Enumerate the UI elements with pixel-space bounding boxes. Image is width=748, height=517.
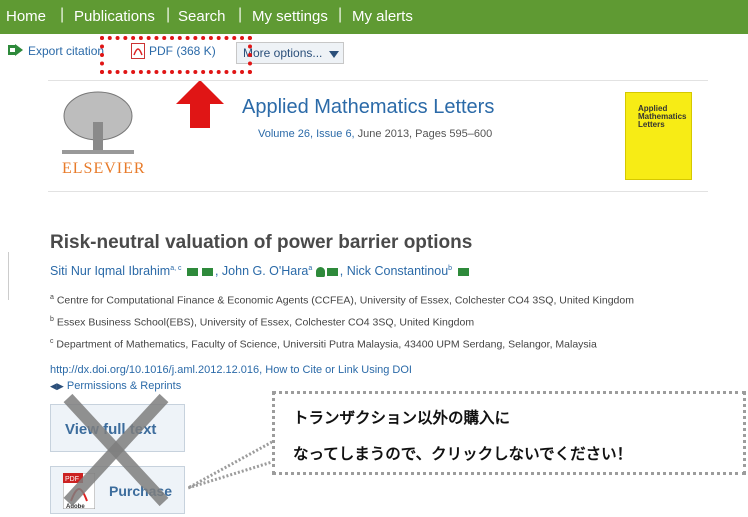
- email-icon[interactable]: [201, 267, 213, 276]
- volume-info: Volume 26, Issue 6, June 2013, Pages 595…: [258, 128, 492, 140]
- nav-separator: |: [338, 6, 343, 23]
- elsevier-tree-logo-icon: [56, 88, 140, 158]
- email-icon[interactable]: [326, 267, 338, 276]
- affiliation-b: b Essex Business School(EBS), University…: [50, 316, 475, 329]
- author-3-sup: b: [448, 264, 453, 272]
- nav-separator: |: [60, 6, 65, 23]
- affiliation-a: a Centre for Computational Finance & Eco…: [50, 294, 634, 307]
- author-2-sup: a: [308, 264, 313, 272]
- top-nav-bar: Home | Publications | Search | My settin…: [0, 0, 748, 34]
- callout-line-2: なってしまうので、クリックしないでください！: [293, 446, 633, 463]
- author-list: Siti Nur Iqmal Ibrahima, c , John G. O'H…: [50, 264, 471, 278]
- publisher-name: ELSEVIER: [62, 160, 146, 177]
- cover-title: Applied Mathematics Letters: [638, 104, 687, 129]
- export-arrow-icon: [8, 44, 23, 56]
- author-1[interactable]: Siti Nur Iqmal Ibrahim: [50, 264, 170, 278]
- nav-home[interactable]: Home: [6, 8, 46, 25]
- volume-link[interactable]: Volume 26, Issue 6,: [258, 128, 355, 140]
- left-tab-edge: [0, 252, 9, 300]
- callout-pointer: [188, 440, 273, 490]
- nav-my-alerts[interactable]: My alerts: [352, 8, 413, 25]
- journal-cover-image[interactable]: Applied Mathematics Letters: [625, 92, 692, 180]
- triangle-down-icon: [329, 51, 339, 58]
- person-icon[interactable]: [315, 266, 325, 277]
- more-options-button[interactable]: More options...: [236, 42, 344, 64]
- pdf-highlight-box: [100, 36, 252, 74]
- journal-title[interactable]: Applied Mathematics Letters: [242, 96, 494, 119]
- nav-separator: |: [166, 6, 171, 23]
- nav-publications[interactable]: Publications: [74, 8, 155, 25]
- issue-date-pages: June 2013, Pages 595–600: [354, 128, 493, 140]
- callout-line-1: トランザクション以外の購入に: [293, 410, 511, 427]
- email-icon[interactable]: [186, 267, 198, 276]
- author-2[interactable]: John G. O'Hara: [222, 264, 308, 278]
- email-icon[interactable]: [457, 267, 469, 276]
- article-title: Risk-neutral valuation of power barrier …: [50, 232, 473, 253]
- nav-separator: |: [238, 6, 243, 23]
- warning-callout: トランザクション以外の購入に なってしまうので、クリックしないでください！: [272, 391, 746, 475]
- more-options-label: More options...: [243, 46, 323, 60]
- export-citation-link[interactable]: Export citation: [28, 44, 104, 58]
- nav-search[interactable]: Search: [178, 8, 226, 25]
- author-1-sup: a, c: [170, 264, 182, 272]
- nav-my-settings[interactable]: My settings: [252, 8, 328, 25]
- cross-mark-icon: [63, 393, 169, 507]
- doi-link[interactable]: http://dx.doi.org/10.1016/j.aml.2012.12.…: [50, 364, 412, 376]
- affiliation-c: c Department of Mathematics, Faculty of …: [50, 338, 597, 351]
- author-3[interactable]: Nick Constantinou: [347, 264, 448, 278]
